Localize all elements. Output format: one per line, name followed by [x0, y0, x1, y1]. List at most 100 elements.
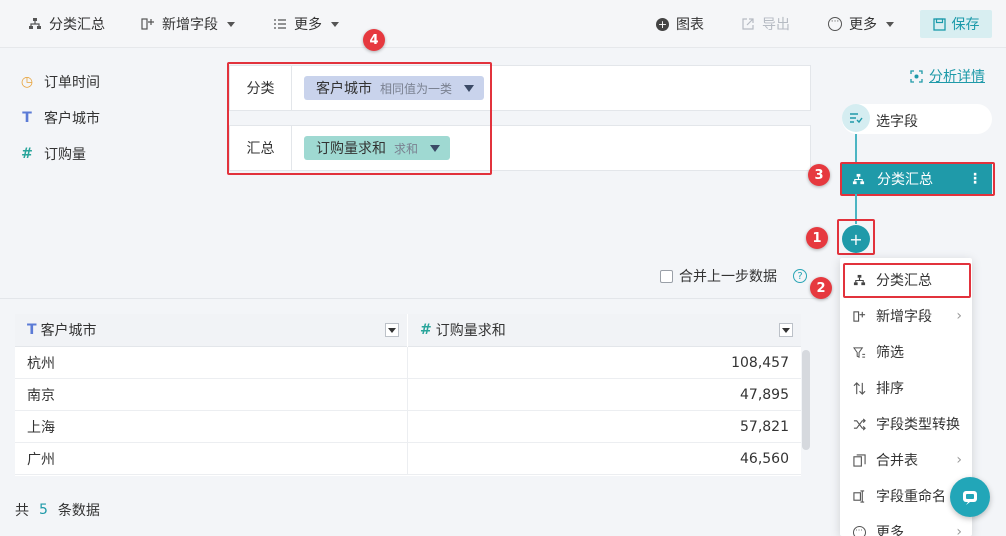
- merge-previous-option[interactable]: 合并上一步数据 ?: [660, 266, 807, 286]
- add-field-icon: [852, 309, 866, 323]
- sort-icon: [852, 381, 866, 395]
- menu-item-label: 更多: [876, 525, 904, 536]
- list-icon: [274, 19, 286, 29]
- menu-item-label: 排序: [876, 381, 904, 397]
- group-summary-icon: [29, 18, 41, 29]
- field-order-time[interactable]: ◷ 订单时间: [20, 72, 100, 92]
- more-menu-right[interactable]: ··· 更多: [828, 0, 894, 48]
- cell-divider: [407, 443, 408, 475]
- chat-icon: [963, 491, 977, 505]
- group-icon: [852, 273, 866, 287]
- help-icon[interactable]: ?: [793, 269, 807, 283]
- cell-divider: [407, 411, 408, 443]
- menu-item-label: 新增字段: [876, 309, 932, 325]
- plus-icon: +: [849, 229, 863, 249]
- group-mode: 相同值为一类: [380, 81, 453, 96]
- field-order-quantity[interactable]: # 订购量: [20, 144, 86, 164]
- more-right-label: 更多: [849, 17, 877, 33]
- menu-item-sort[interactable]: 排序: [840, 370, 972, 406]
- number-type-icon: #: [420, 322, 432, 338]
- cell-divider: [407, 347, 408, 379]
- step-connector: [855, 134, 857, 164]
- summary-field-pill[interactable]: 订购量求和 求和: [304, 136, 451, 160]
- summary-mode: 求和: [394, 141, 419, 156]
- annotation-badge-3: 3: [808, 164, 830, 186]
- chevron-right-icon: ›: [956, 452, 962, 468]
- chevron-down-icon: [886, 21, 894, 27]
- cell-quantity: 108,457: [731, 355, 789, 371]
- chevron-right-icon: ›: [956, 308, 962, 324]
- menu-item-label: 合并表: [876, 453, 918, 469]
- cell-quantity: 47,895: [740, 387, 789, 403]
- row-count: 共 5 条数据: [15, 500, 100, 520]
- add-field-menu[interactable]: 新增字段: [141, 0, 235, 48]
- kebab-menu-icon[interactable]: ⋮: [968, 171, 982, 187]
- export-button[interactable]: 导出: [741, 0, 790, 48]
- menu-item-group-summary[interactable]: 分类汇总: [840, 262, 972, 298]
- select-fields-icon: [842, 104, 870, 132]
- add-step-button[interactable]: +: [842, 225, 870, 253]
- step-group-summary[interactable]: 分类汇总 ⋮: [842, 164, 992, 194]
- table-header-quantity: # 订购量求和: [408, 314, 801, 347]
- annotation-badge-1: 1: [806, 227, 828, 249]
- menu-item-label: 字段重命名: [876, 489, 946, 505]
- field-label: 客户城市: [44, 111, 100, 127]
- row-count-prefix: 共: [15, 503, 29, 519]
- cell-city: 广州: [27, 452, 55, 468]
- column-label: 客户城市: [40, 323, 97, 339]
- save-icon: [932, 17, 946, 31]
- save-button[interactable]: 保存: [920, 10, 992, 38]
- table-scrollbar[interactable]: [802, 350, 810, 450]
- dropdown-triangle-icon[interactable]: [430, 144, 441, 152]
- number-type-icon: #: [21, 146, 33, 162]
- menu-item-more[interactable]: ··· 更多 ›: [840, 514, 972, 536]
- table-row: 上海 57,821: [15, 411, 801, 443]
- chart-button[interactable]: + 图表: [656, 0, 704, 48]
- table-header-city: T 客户城市: [15, 314, 407, 347]
- export-icon: [742, 18, 754, 30]
- menu-item-add-field[interactable]: 新增字段 ›: [840, 298, 972, 334]
- menu-item-label: 字段类型转换: [876, 417, 960, 433]
- caret-down-icon: [388, 327, 396, 333]
- table-row: 广州 46,560: [15, 443, 801, 475]
- summary-field-name: 订购量求和: [316, 141, 386, 157]
- merge-table-icon: [852, 453, 866, 467]
- divider: [0, 298, 828, 299]
- plus-circle-icon: +: [656, 17, 669, 31]
- menu-item-filter[interactable]: 筛选: [840, 334, 972, 370]
- merge-checkbox[interactable]: [660, 269, 673, 283]
- annotation-badge-4: 4: [363, 29, 385, 51]
- row-count-suffix: 条数据: [57, 503, 100, 519]
- analysis-detail-link[interactable]: 分析详情: [910, 66, 985, 86]
- chart-label: 图表: [676, 17, 704, 33]
- more-icon: ···: [852, 525, 866, 536]
- menu-item-label: 筛选: [876, 345, 904, 361]
- group-field-pill[interactable]: 客户城市 相同值为一类: [304, 76, 485, 100]
- dropdown-triangle-icon[interactable]: [464, 84, 475, 92]
- group-summary-tab[interactable]: 分类汇总: [28, 0, 105, 48]
- table-row: 南京 47,895: [15, 379, 801, 411]
- cell-quantity: 46,560: [740, 451, 789, 467]
- caret-down-icon: [782, 327, 790, 333]
- cell-city: 上海: [27, 420, 55, 436]
- field-customer-city[interactable]: T 客户城市: [20, 108, 100, 128]
- text-type-icon: T: [22, 110, 32, 126]
- export-label: 导出: [762, 17, 790, 33]
- more-left-label: 更多: [294, 17, 322, 33]
- clock-icon: ◷: [20, 74, 34, 90]
- column-label: 订购量求和: [435, 323, 506, 339]
- merge-checkbox-label: 合并上一步数据: [679, 269, 777, 285]
- chat-support-button[interactable]: [950, 477, 990, 517]
- step-connector: [855, 194, 857, 224]
- menu-item-merge-table[interactable]: 合并表 ›: [840, 442, 972, 478]
- chevron-down-icon: [331, 21, 339, 27]
- column-dropdown-button[interactable]: [779, 323, 793, 337]
- column-dropdown-button[interactable]: [385, 323, 399, 337]
- row-count-value: 5: [39, 502, 48, 518]
- add-field-label: 新增字段: [162, 17, 218, 33]
- menu-item-type-convert[interactable]: 字段类型转换: [840, 406, 972, 442]
- chevron-right-icon: ›: [956, 524, 962, 536]
- step-select-label: 选字段: [876, 114, 918, 130]
- analysis-detail-label: 分析详情: [929, 69, 985, 85]
- more-menu-left[interactable]: 更多: [273, 0, 339, 48]
